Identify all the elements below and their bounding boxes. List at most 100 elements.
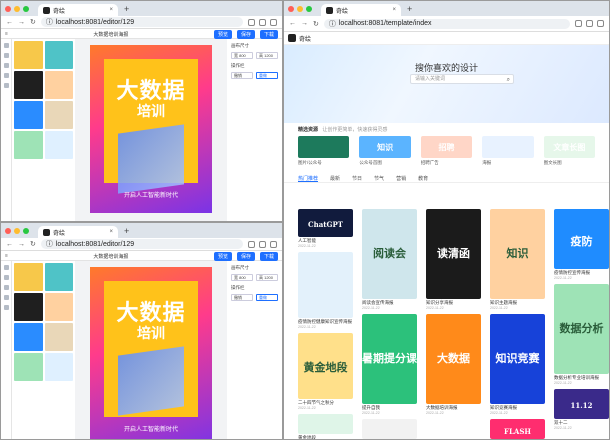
extension-icon[interactable] — [248, 18, 255, 26]
template-thumbnail[interactable]: FLASH — [490, 419, 545, 439]
template-thumb[interactable] — [14, 71, 43, 99]
width-field[interactable]: 宽 800 — [231, 52, 253, 59]
reload-icon[interactable]: ↻ — [30, 240, 36, 248]
template-thumb[interactable] — [44, 353, 73, 381]
preview-button[interactable]: 预览 — [213, 251, 232, 261]
template-card[interactable]: 读书日2022-11-22 — [426, 419, 481, 439]
poster-title-2[interactable]: 培训 — [90, 323, 212, 343]
new-tab-icon[interactable]: + — [124, 226, 129, 236]
forward-icon[interactable]: → — [301, 20, 308, 27]
height-field[interactable]: 高 1200 — [256, 52, 278, 59]
site-name[interactable]: 奇绘 — [299, 34, 311, 43]
template-card[interactable]: ChatGPT 人工智能 2022-11-22 — [298, 209, 353, 248]
template-thumb[interactable] — [14, 293, 43, 321]
poster-artboard[interactable]: 大数据 培训 开启人工智能新时代 — [90, 267, 212, 439]
url-field[interactable]: ⓘ localhost:8081/editor/129 — [40, 239, 243, 249]
redo-button[interactable]: 重做 — [256, 294, 278, 301]
browser-tab[interactable]: 奇绘 × — [38, 4, 118, 16]
template-card[interactable]: 黄金地段 二十四节气之秋分 2022-11-22 — [298, 333, 353, 410]
design-canvas[interactable]: 大数据 培训 开启人工智能新时代 — [75, 39, 227, 221]
close-window-icon[interactable] — [5, 5, 11, 12]
shape-tool-icon[interactable] — [3, 295, 9, 300]
undo-button[interactable]: 撤销 — [231, 294, 253, 301]
template-thumb[interactable] — [44, 323, 73, 351]
browser-tab[interactable]: 奇绘 × — [321, 4, 401, 16]
filter-tab[interactable]: 热门推荐 — [298, 175, 319, 182]
poster-illustration[interactable] — [118, 346, 184, 416]
shape-tool-icon[interactable] — [3, 73, 9, 78]
template-thumbnail[interactable] — [362, 419, 417, 439]
template-thumb[interactable] — [14, 101, 43, 129]
template-thumbnail[interactable]: 黄金地段 — [298, 333, 353, 399]
close-tab-icon[interactable]: × — [392, 7, 396, 13]
template-thumb[interactable] — [14, 41, 43, 69]
forward-icon[interactable]: → — [18, 241, 25, 248]
browser-tab[interactable]: 奇绘 × — [38, 226, 118, 238]
poster-artboard[interactable]: 大数据 培训 开启人工智能新时代 — [90, 45, 212, 213]
text-tool-icon[interactable] — [3, 275, 9, 280]
template-thumb[interactable] — [44, 41, 73, 69]
category-card[interactable]: 海报 — [482, 136, 534, 166]
back-icon[interactable]: ← — [6, 19, 13, 26]
download-button[interactable]: 下载 — [259, 29, 278, 39]
filter-tab[interactable]: 教育 — [418, 175, 428, 182]
url-field[interactable]: ⓘ localhost:8081/editor/129 — [40, 17, 243, 27]
maximize-window-icon[interactable] — [306, 5, 312, 12]
document-title[interactable]: 大数据培训海报 — [13, 31, 209, 38]
design-canvas[interactable]: 大数据 培训 开启人工智能新时代 — [75, 261, 227, 439]
minimize-window-icon[interactable] — [14, 5, 20, 12]
redo-button[interactable]: 重做 — [256, 72, 278, 79]
width-field[interactable]: 宽 800 — [231, 274, 253, 281]
filter-tab[interactable]: 最新 — [330, 175, 340, 182]
template-thumbnail[interactable]: 知识 — [490, 209, 545, 299]
template-thumbnail[interactable]: 疫防 — [554, 209, 609, 269]
template-thumb[interactable] — [14, 263, 43, 291]
filter-tab[interactable]: 节气 — [374, 175, 384, 182]
minimize-window-icon[interactable] — [14, 227, 20, 234]
template-card[interactable]: 疫情防控健康知识宣传海报 2022-11-22 — [298, 252, 353, 329]
filter-tab[interactable]: 节日 — [352, 175, 362, 182]
height-field[interactable]: 高 1200 — [256, 274, 278, 281]
template-thumbnail[interactable] — [426, 419, 481, 439]
download-button[interactable]: 下载 — [259, 251, 278, 261]
close-window-icon[interactable] — [288, 5, 294, 12]
close-window-icon[interactable] — [5, 227, 11, 234]
search-input[interactable]: 请输入关键词 ⌕ — [410, 74, 514, 84]
profile-icon[interactable] — [270, 18, 277, 26]
upload-tool-icon[interactable] — [3, 83, 9, 88]
new-tab-icon[interactable]: + — [407, 4, 412, 14]
template-thumb[interactable] — [14, 131, 43, 159]
menu-icon[interactable]: ≡ — [5, 31, 8, 37]
maximize-window-icon[interactable] — [23, 5, 29, 12]
template-card[interactable]: 疫防 疫情防控宣传海报 2022-11-22 — [554, 209, 609, 280]
template-thumbnail[interactable]: 大数据 — [426, 314, 481, 404]
upload-tool-icon[interactable] — [3, 305, 9, 310]
category-card[interactable]: 文章长图 图文长图 — [543, 136, 596, 166]
undo-button[interactable]: 撤销 — [231, 72, 253, 79]
template-thumbnail[interactable]: 知识竞赛 — [490, 314, 545, 404]
extension-icon[interactable] — [575, 20, 582, 27]
template-thumbnail[interactable]: 11.12 — [554, 389, 609, 419]
template-thumbnail[interactable]: 数据分析 — [554, 284, 609, 374]
category-card[interactable]: 知识 公众号首图 — [359, 136, 411, 166]
profile-icon[interactable] — [597, 20, 604, 27]
bookmark-icon[interactable] — [586, 20, 593, 27]
template-card[interactable]: FLASH闪购2022-11-22 — [490, 419, 545, 439]
template-card[interactable]: 阅读会 阅读会宣传海报 2022-11-22 — [362, 209, 417, 310]
profile-icon[interactable] — [270, 240, 277, 248]
template-tool-icon[interactable] — [3, 43, 9, 48]
menu-icon[interactable]: ≡ — [5, 253, 8, 259]
template-thumbnail[interactable]: ChatGPT — [298, 209, 353, 237]
category-card[interactable]: 图片/公众号 — [298, 136, 350, 166]
template-thumb[interactable] — [44, 263, 73, 291]
search-icon[interactable]: ⌕ — [507, 76, 510, 84]
template-thumb[interactable] — [14, 323, 43, 351]
image-tool-icon[interactable] — [3, 285, 9, 290]
text-tool-icon[interactable] — [3, 53, 9, 58]
template-thumb[interactable] — [14, 353, 43, 381]
maximize-window-icon[interactable] — [23, 227, 29, 234]
reload-icon[interactable]: ↻ — [313, 20, 319, 28]
site-logo-icon[interactable] — [288, 34, 296, 42]
save-button[interactable]: 保存 — [236, 251, 255, 261]
template-card[interactable]: 知识竞赛 知识竞赛海报 2022-11-22 — [490, 314, 545, 415]
